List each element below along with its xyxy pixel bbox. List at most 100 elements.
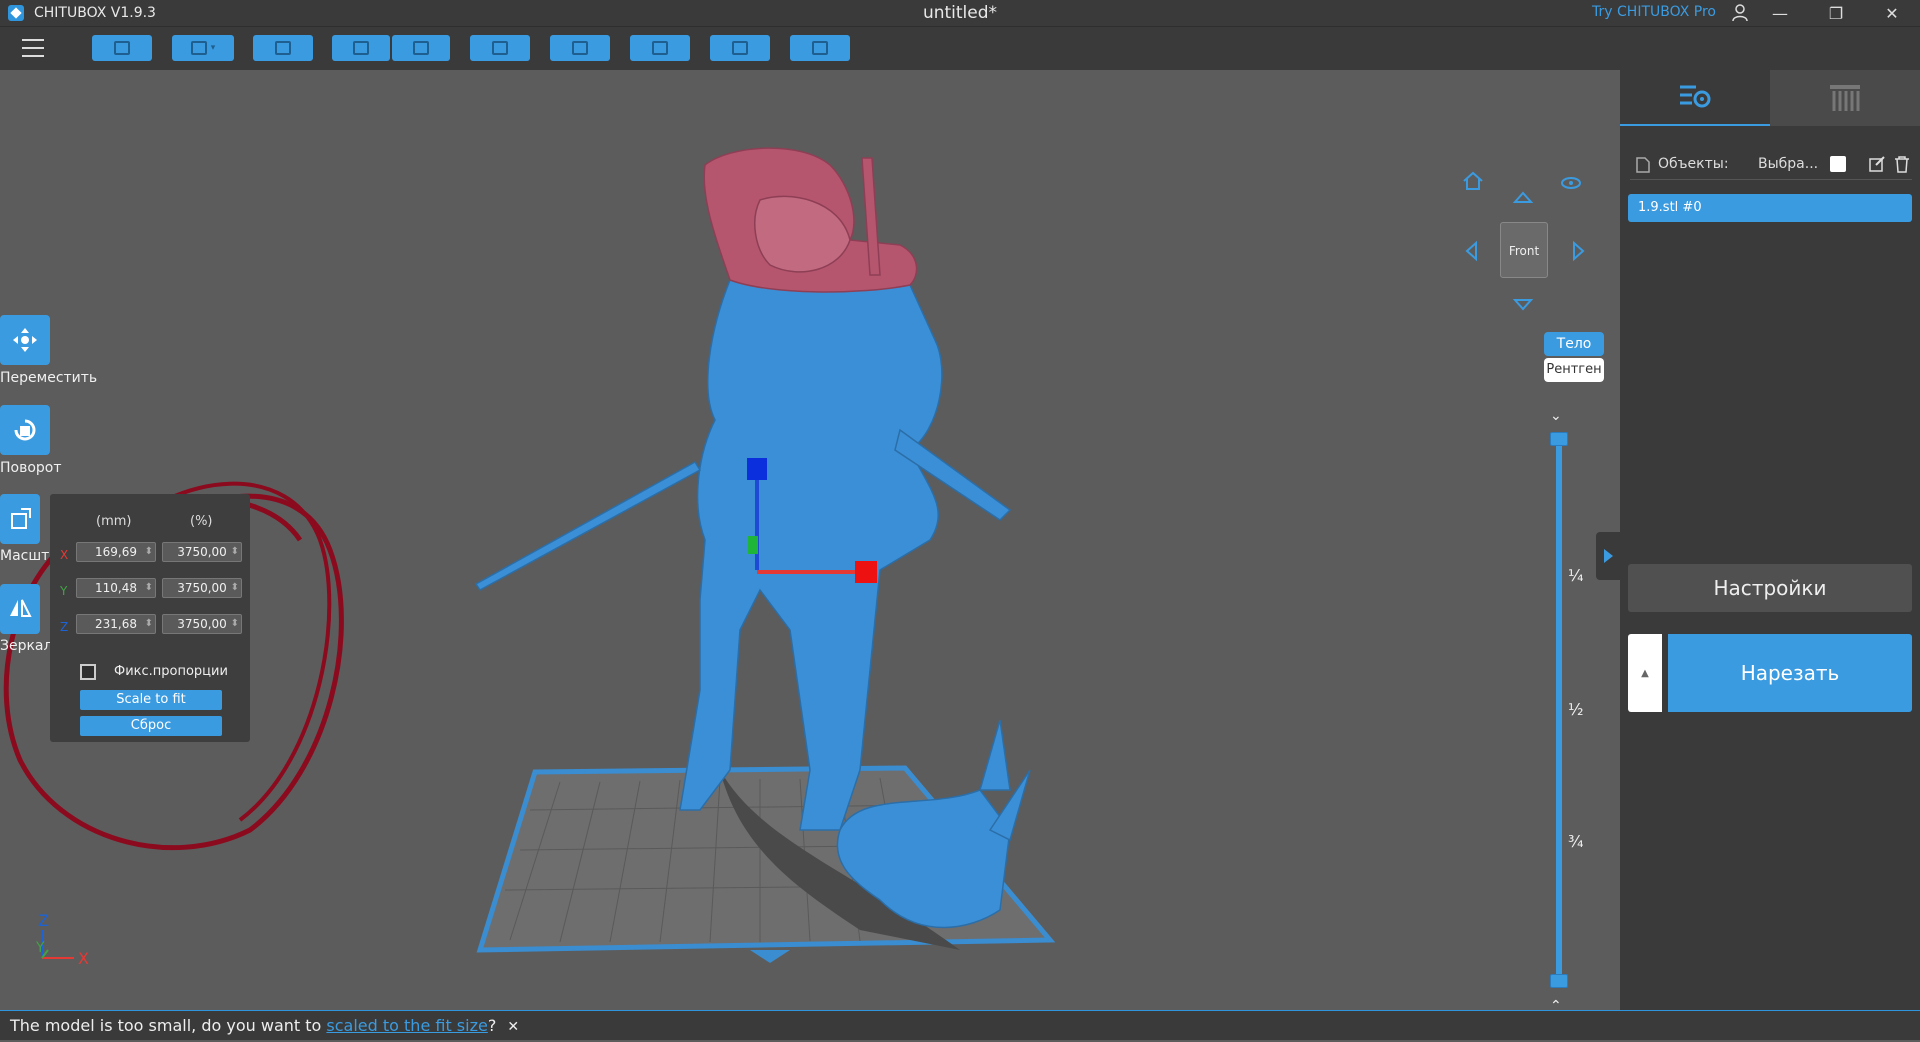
object-list-item[interactable]: 1.9.stl #0	[1628, 194, 1912, 222]
move-tool-button[interactable]	[0, 315, 50, 365]
axis-label-z: Z	[38, 911, 49, 930]
app-name: CHITUBOX V1.9.3	[34, 5, 156, 21]
move-tool-label: Переместить	[0, 370, 98, 386]
multiply-button[interactable]	[550, 35, 610, 61]
view-left-icon[interactable]	[1462, 240, 1484, 262]
view-right-icon[interactable]	[1566, 240, 1588, 262]
dismiss-icon[interactable]: ✕	[507, 1019, 519, 1035]
user-icon[interactable]	[1732, 4, 1748, 22]
right-panel: Объекты: Выбра... 1.9.stl #0 Настройки ▲…	[1620, 70, 1920, 1010]
rotate-tool-button[interactable]	[0, 405, 50, 455]
gizmo-y-handle[interactable]	[748, 536, 758, 554]
eye-icon[interactable]	[1560, 172, 1582, 194]
select-all-checkbox[interactable]	[1830, 156, 1846, 172]
trash-icon[interactable]	[1894, 155, 1910, 173]
slider-up-chevron-icon[interactable]: ⌃	[1550, 998, 1562, 1010]
bottle-icon	[652, 41, 668, 55]
hole-icon	[732, 41, 748, 55]
plate-front-marker	[750, 950, 790, 963]
save-button[interactable]: ▾	[172, 35, 234, 61]
folder-icon	[114, 41, 130, 55]
redo-icon	[413, 41, 429, 55]
rotate-icon	[14, 419, 36, 441]
view-up-icon[interactable]	[1512, 188, 1534, 210]
home-view-icon[interactable]	[1462, 170, 1484, 192]
document-icon	[1636, 157, 1650, 173]
axis-z-label: Z	[60, 620, 69, 634]
mirror-icon	[10, 599, 32, 617]
scale-z-mm-input[interactable]: 231,68	[76, 614, 156, 634]
move-icon	[13, 328, 37, 352]
chevron-down-icon: ▾	[210, 43, 216, 53]
view-down-icon[interactable]	[1512, 292, 1534, 314]
try-pro-link[interactable]: Try CHITUBOX Pro	[1592, 4, 1716, 20]
copies-icon	[572, 41, 588, 55]
tab-supports[interactable]	[1770, 70, 1920, 126]
layer-slider-track[interactable]	[1556, 436, 1562, 982]
minimize-button[interactable]: —	[1752, 0, 1808, 26]
restore-icon: ❐	[1828, 3, 1844, 23]
caret-up-icon: ▲	[1641, 667, 1649, 679]
scale-icon	[11, 508, 31, 529]
3d-viewport[interactable]: Z Y X Переместить Поворот Масштаб Зеркал…	[0, 70, 1620, 1010]
scale-y-percent-input[interactable]: 3750,00	[162, 578, 242, 598]
objects-label: Объекты:	[1658, 156, 1729, 172]
edit-icon[interactable]	[1868, 155, 1886, 173]
base-button[interactable]	[790, 35, 850, 61]
hollow-button[interactable]	[630, 35, 690, 61]
slider-down-chevron-icon[interactable]: ⌄	[1550, 408, 1562, 424]
layer-slider-bottom-handle[interactable]	[1550, 974, 1568, 988]
dig-hole-button[interactable]	[710, 35, 770, 61]
mirror-tool-button[interactable]	[0, 584, 40, 634]
scale-y-mm-input[interactable]: 110,48	[76, 578, 156, 598]
auto-layout-button[interactable]	[253, 35, 313, 61]
list-gear-icon	[1680, 85, 1711, 108]
slider-three-quarter-mark: ¾	[1568, 832, 1584, 851]
scale-x-mm-input[interactable]: 169,69	[76, 542, 156, 562]
app-logo-icon	[8, 5, 24, 21]
scale-panel: (mm) (%) X 169,69 3750,00 Y 110,48 3750,…	[50, 494, 250, 742]
gizmo-x-handle[interactable]	[855, 561, 877, 583]
scale-z-percent-input[interactable]: 3750,00	[162, 614, 242, 634]
undo-icon	[353, 41, 369, 55]
slice-button[interactable]: Нарезать	[1668, 634, 1912, 712]
restore-button[interactable]: ❐	[1808, 0, 1864, 26]
layout-icon	[275, 41, 291, 55]
supports-icon	[1830, 85, 1860, 111]
axis-label-x: X	[78, 949, 89, 968]
base-icon	[812, 41, 828, 55]
close-button[interactable]: ✕	[1864, 0, 1920, 26]
scale-x-percent-input[interactable]: 3750,00	[162, 542, 242, 562]
view-cube[interactable]: Front	[1500, 222, 1548, 278]
title-bar: CHITUBOX V1.9.3 untitled* Try CHITUBOX P…	[0, 0, 1920, 26]
slider-half-mark: ½	[1568, 700, 1584, 719]
scale-to-fit-link[interactable]: scaled to the fit size	[326, 1016, 487, 1035]
scale-tool-button[interactable]	[0, 494, 40, 544]
undo-button[interactable]	[332, 35, 390, 61]
slider-quarter-mark: ¼	[1568, 566, 1584, 585]
fix-proportions-label: Фикс.пропорции	[114, 664, 228, 679]
clipboard-icon	[492, 41, 508, 55]
select-all-label: Выбра...	[1758, 156, 1819, 172]
status-message: The model is too small, do you want to	[10, 1016, 327, 1035]
fix-proportions-checkbox[interactable]	[80, 664, 96, 680]
axis-y-label: Y	[60, 584, 68, 598]
clipboard-button[interactable]	[470, 35, 530, 61]
rotate-tool-label: Поворот	[0, 460, 62, 476]
xray-view-mode-button[interactable]: Рентген	[1544, 358, 1604, 382]
redo-button[interactable]	[392, 35, 450, 61]
open-file-button[interactable]	[92, 35, 152, 61]
tab-object-settings[interactable]	[1620, 70, 1770, 126]
hamburger-menu-icon[interactable]	[22, 39, 44, 57]
mm-column-header: (mm)	[96, 514, 132, 529]
slice-options-toggle[interactable]: ▲	[1628, 634, 1662, 712]
play-arrow-icon	[1604, 549, 1613, 563]
gizmo-z-handle[interactable]	[747, 458, 767, 480]
status-suffix: ?	[487, 1016, 497, 1035]
panel-collapse-handle[interactable]	[1596, 532, 1620, 580]
scale-to-fit-button[interactable]: Scale to fit	[80, 690, 222, 710]
settings-button[interactable]: Настройки	[1628, 564, 1912, 612]
body-view-mode-button[interactable]: Тело	[1544, 332, 1604, 356]
reset-button[interactable]: Сброс	[80, 716, 222, 736]
layer-slider-top-handle[interactable]	[1550, 432, 1568, 446]
